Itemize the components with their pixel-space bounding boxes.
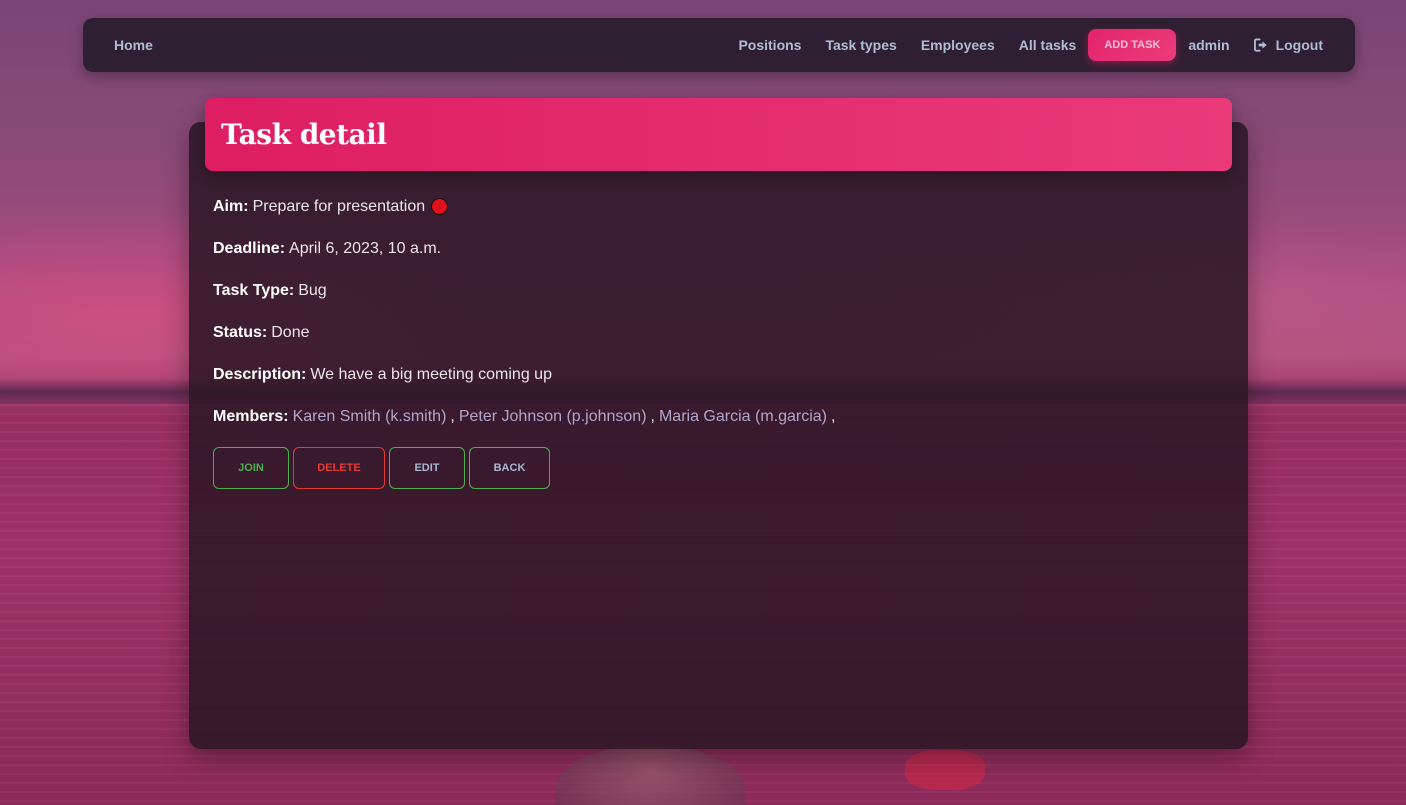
- members-label: Members:: [213, 408, 289, 425]
- task-type-value: Bug: [298, 282, 327, 299]
- task-type-row: Task Type: Bug: [213, 282, 1213, 324]
- task-detail-header: Task detail: [205, 98, 1232, 171]
- task-details: Aim: Prepare for presentation Deadline: …: [213, 198, 1213, 450]
- back-button[interactable]: BACK: [469, 447, 550, 489]
- member-separator: ,: [650, 408, 655, 425]
- member-separator: ,: [831, 408, 836, 425]
- deadline-label: Deadline:: [213, 240, 286, 257]
- task-actions: JOIN DELETE EDIT BACK: [213, 447, 550, 489]
- task-type-label: Task Type:: [213, 282, 295, 299]
- edit-button[interactable]: EDIT: [389, 447, 465, 489]
- add-task-button[interactable]: ADD TASK: [1088, 29, 1177, 61]
- member-link-karen-smith[interactable]: Karen Smith (k.smith): [293, 408, 447, 426]
- members-row: Members: Karen Smith (k.smith) , Peter J…: [213, 408, 1213, 450]
- description-row: Description: We have a big meeting comin…: [213, 366, 1213, 408]
- nav-home-link[interactable]: Home: [114, 37, 153, 53]
- deadline-row: Deadline: April 6, 2023, 10 a.m.: [213, 240, 1213, 282]
- aim-value: Prepare for presentation: [252, 198, 426, 215]
- description-value: We have a big meeting coming up: [310, 366, 552, 383]
- description-label: Description:: [213, 366, 307, 383]
- logout-link[interactable]: Logout: [1253, 37, 1323, 53]
- status-row: Status: Done: [213, 324, 1213, 366]
- status-value: Done: [271, 324, 310, 341]
- nav-right-group: Positions Task types Employees All tasks…: [738, 29, 1323, 61]
- nav-employees-link[interactable]: Employees: [921, 37, 995, 53]
- aim-row: Aim: Prepare for presentation: [213, 198, 1213, 240]
- logout-label: Logout: [1275, 37, 1323, 53]
- join-button[interactable]: JOIN: [213, 447, 289, 489]
- delete-button[interactable]: DELETE: [293, 447, 385, 489]
- nav-all-tasks-link[interactable]: All tasks: [1019, 37, 1077, 53]
- aim-label: Aim:: [213, 198, 249, 215]
- sign-out-icon: [1253, 38, 1267, 52]
- status-label: Status:: [213, 324, 268, 341]
- page-title: Task detail: [221, 118, 387, 151]
- nav-positions-link[interactable]: Positions: [738, 37, 801, 53]
- top-navbar: Home Positions Task types Employees All …: [83, 18, 1355, 72]
- member-separator: ,: [450, 408, 455, 425]
- nav-task-types-link[interactable]: Task types: [825, 37, 896, 53]
- nav-user-link[interactable]: admin: [1188, 37, 1229, 53]
- red-circle-icon: [431, 198, 449, 215]
- background-reflection: [905, 750, 985, 790]
- member-link-peter-johnson[interactable]: Peter Johnson (p.johnson): [459, 408, 647, 426]
- member-link-maria-garcia[interactable]: Maria Garcia (m.garcia): [659, 408, 827, 426]
- deadline-value: April 6, 2023, 10 a.m.: [289, 240, 442, 257]
